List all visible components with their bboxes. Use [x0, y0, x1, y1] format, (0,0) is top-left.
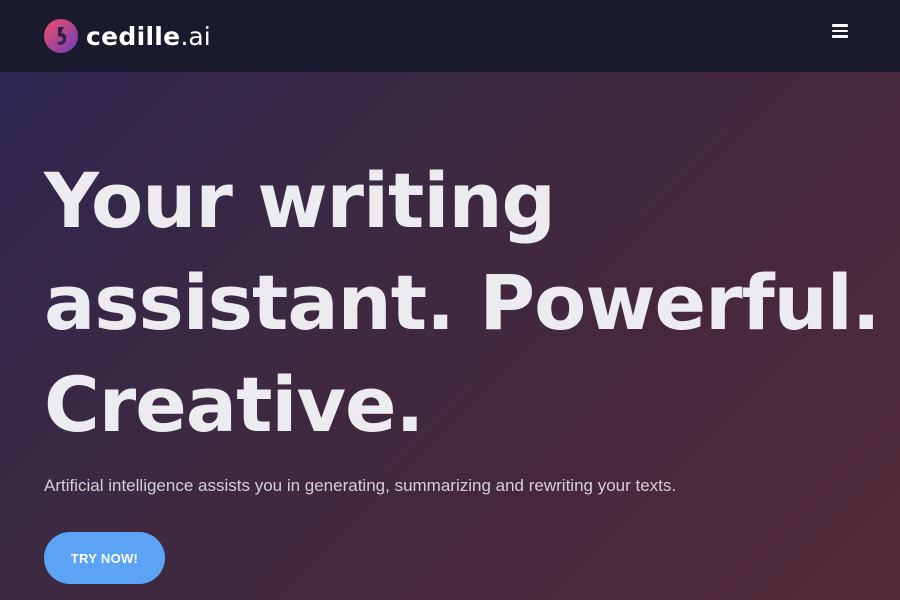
- navbar: cedille .ai: [0, 0, 900, 72]
- hamburger-menu-icon[interactable]: [832, 22, 852, 40]
- brand-link[interactable]: cedille .ai: [44, 19, 211, 53]
- menu-bar: [832, 24, 848, 27]
- menu-bar: [832, 35, 848, 38]
- menu-bar: [832, 29, 848, 33]
- try-now-button[interactable]: TRY NOW!: [44, 532, 165, 584]
- brand-name: cedille: [86, 21, 181, 51]
- page: cedille .ai Your writing assistant. Power…: [0, 0, 900, 600]
- hero-headline: Your writing assistant. Powerful. Creati…: [44, 156, 881, 449]
- hero-subtitle: Artificial intelligence assists you in g…: [44, 476, 677, 495]
- cedille-logo-icon: [44, 19, 78, 53]
- brand-suffix: .ai: [180, 21, 211, 51]
